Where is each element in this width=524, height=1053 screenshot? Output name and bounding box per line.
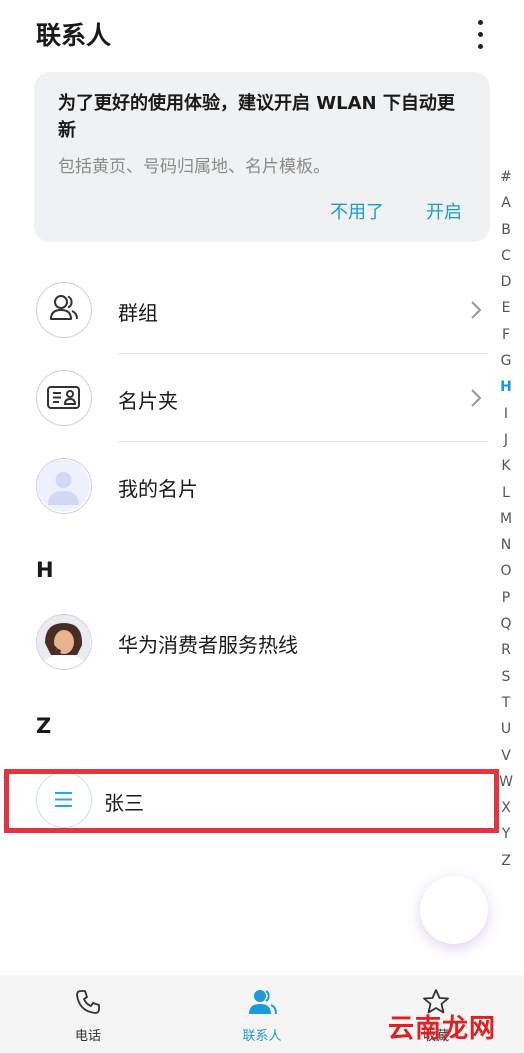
business-cards-item[interactable]: 名片夹 bbox=[0, 354, 488, 442]
index-letter[interactable]: Z bbox=[494, 848, 518, 874]
index-letter[interactable]: T bbox=[494, 690, 518, 716]
index-letter[interactable]: G bbox=[494, 348, 518, 374]
decline-button[interactable]: 不用了 bbox=[330, 198, 384, 224]
phone-icon bbox=[76, 990, 100, 1014]
index-letter[interactable]: S bbox=[494, 664, 518, 690]
index-letter[interactable]: O bbox=[494, 558, 518, 584]
index-letter[interactable]: E bbox=[494, 295, 518, 321]
plus-icon bbox=[438, 894, 470, 926]
business-card-icon bbox=[36, 370, 92, 426]
enable-button[interactable]: 开启 bbox=[426, 198, 462, 224]
index-letter[interactable]: I bbox=[494, 401, 518, 427]
more-dot-icon bbox=[478, 32, 483, 37]
groups-item[interactable]: 群组 bbox=[0, 266, 488, 354]
my-card-label: 我的名片 bbox=[118, 477, 198, 501]
tab-phone-label: 电话 bbox=[74, 1029, 101, 1044]
index-letter[interactable]: U bbox=[494, 716, 518, 742]
section-header-h: H bbox=[36, 558, 54, 582]
index-letter[interactable]: M bbox=[494, 506, 518, 532]
index-letter[interactable]: K bbox=[494, 453, 518, 479]
index-letter[interactable]: W bbox=[494, 769, 518, 795]
index-letter[interactable]: N bbox=[494, 532, 518, 558]
index-letter[interactable]: # bbox=[494, 164, 518, 190]
my-card-avatar bbox=[36, 458, 92, 514]
more-options-button[interactable] bbox=[466, 16, 496, 54]
groups-label: 群组 bbox=[118, 301, 158, 325]
index-letter[interactable]: Y bbox=[494, 821, 518, 847]
alphabet-index[interactable]: # A B C D E F G H I J K L M N O P Q R S T U V W X Y Z bbox=[494, 164, 518, 874]
chevron-right-icon bbox=[471, 301, 482, 319]
index-letter[interactable]: L bbox=[494, 480, 518, 506]
index-letter[interactable]: H bbox=[494, 374, 518, 400]
index-letter[interactable]: F bbox=[494, 322, 518, 348]
add-contact-button[interactable] bbox=[420, 876, 488, 944]
my-card-item[interactable]: 我的名片 bbox=[0, 442, 488, 530]
index-letter[interactable]: B bbox=[494, 217, 518, 243]
banner-subtitle: 包括黄页、号码归属地、名片模板。 bbox=[58, 157, 330, 177]
index-letter[interactable]: V bbox=[494, 743, 518, 769]
watermark-text: 云南龙网 bbox=[388, 1014, 497, 1044]
page-title: 联系人 bbox=[36, 21, 112, 50]
contact-name: 华为消费者服务热线 bbox=[118, 633, 298, 657]
contact-photo-avatar bbox=[36, 614, 92, 670]
index-letter[interactable]: D bbox=[494, 269, 518, 295]
tab-phone[interactable]: 电话 bbox=[28, 975, 148, 1053]
business-cards-label: 名片夹 bbox=[118, 389, 178, 413]
index-letter[interactable]: J bbox=[494, 427, 518, 453]
more-dot-icon bbox=[478, 20, 483, 25]
groups-icon bbox=[36, 282, 92, 338]
index-letter[interactable]: C bbox=[494, 243, 518, 269]
chevron-right-icon bbox=[471, 389, 482, 407]
index-letter[interactable]: R bbox=[494, 637, 518, 663]
contact-row[interactable]: 华为消费者服务热线 bbox=[0, 598, 488, 686]
index-letter[interactable]: P bbox=[494, 585, 518, 611]
highlight-box bbox=[4, 769, 499, 833]
index-letter[interactable]: A bbox=[494, 190, 518, 216]
index-letter[interactable]: X bbox=[494, 795, 518, 821]
contacts-icon bbox=[249, 990, 277, 1015]
index-letter[interactable]: Q bbox=[494, 611, 518, 637]
banner-title: 为了更好的使用体验，建议开启 WLAN 下自动更新 bbox=[58, 93, 455, 141]
tab-contacts[interactable]: 联系人 bbox=[202, 975, 322, 1053]
more-dot-icon bbox=[478, 44, 483, 49]
section-header-z: Z bbox=[36, 714, 52, 738]
wlan-update-banner: 为了更好的使用体验，建议开启 WLAN 下自动更新 包括黄页、号码归属地、名片模… bbox=[34, 72, 490, 242]
tab-contacts-label: 联系人 bbox=[242, 1029, 282, 1044]
app-header: 联系人 bbox=[0, 0, 524, 72]
